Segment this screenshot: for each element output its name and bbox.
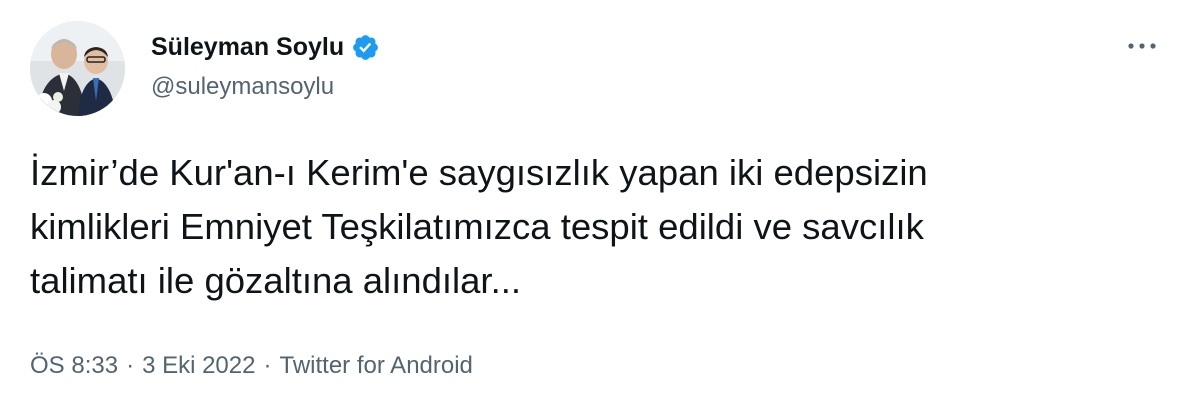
tweet-text: İzmir’de Kur'an-ı Kerim'e saygısızlık ya… <box>30 146 1170 308</box>
meta-separator: · <box>126 352 135 379</box>
author-handle[interactable]: @suleymansoylu <box>151 73 334 101</box>
author-name-row: Süleyman Soylu <box>151 30 380 64</box>
meta-separator: · <box>263 352 272 379</box>
tweet-metadata: ÖS 8:33 · 3 Eki 2022 · Twitter for Andro… <box>30 352 473 380</box>
tweet-text-line: talimatı ile gözaltına alındılar... <box>30 260 521 301</box>
tweet-card: Süleyman Soylu @suleymansoylu İzmir’de K… <box>0 0 1198 416</box>
tweet-time-link[interactable]: ÖS 8:33 <box>30 352 118 380</box>
author-display-name[interactable]: Süleyman Soylu <box>151 33 344 62</box>
profile-photo <box>30 21 125 116</box>
tweet-source-link[interactable]: Twitter for Android <box>279 352 472 380</box>
more-options-button[interactable] <box>1120 31 1164 61</box>
tweet-text-line: kimlikleri Emniyet Teşkilatımızca tespit… <box>30 206 924 247</box>
tweet-date-link[interactable]: 3 Eki 2022 <box>142 352 255 380</box>
author-avatar[interactable] <box>30 21 125 116</box>
more-options-icon <box>1128 43 1156 49</box>
tweet-text-line: İzmir’de Kur'an-ı Kerim'e saygısızlık ya… <box>30 152 928 193</box>
verified-badge-icon <box>351 33 380 62</box>
